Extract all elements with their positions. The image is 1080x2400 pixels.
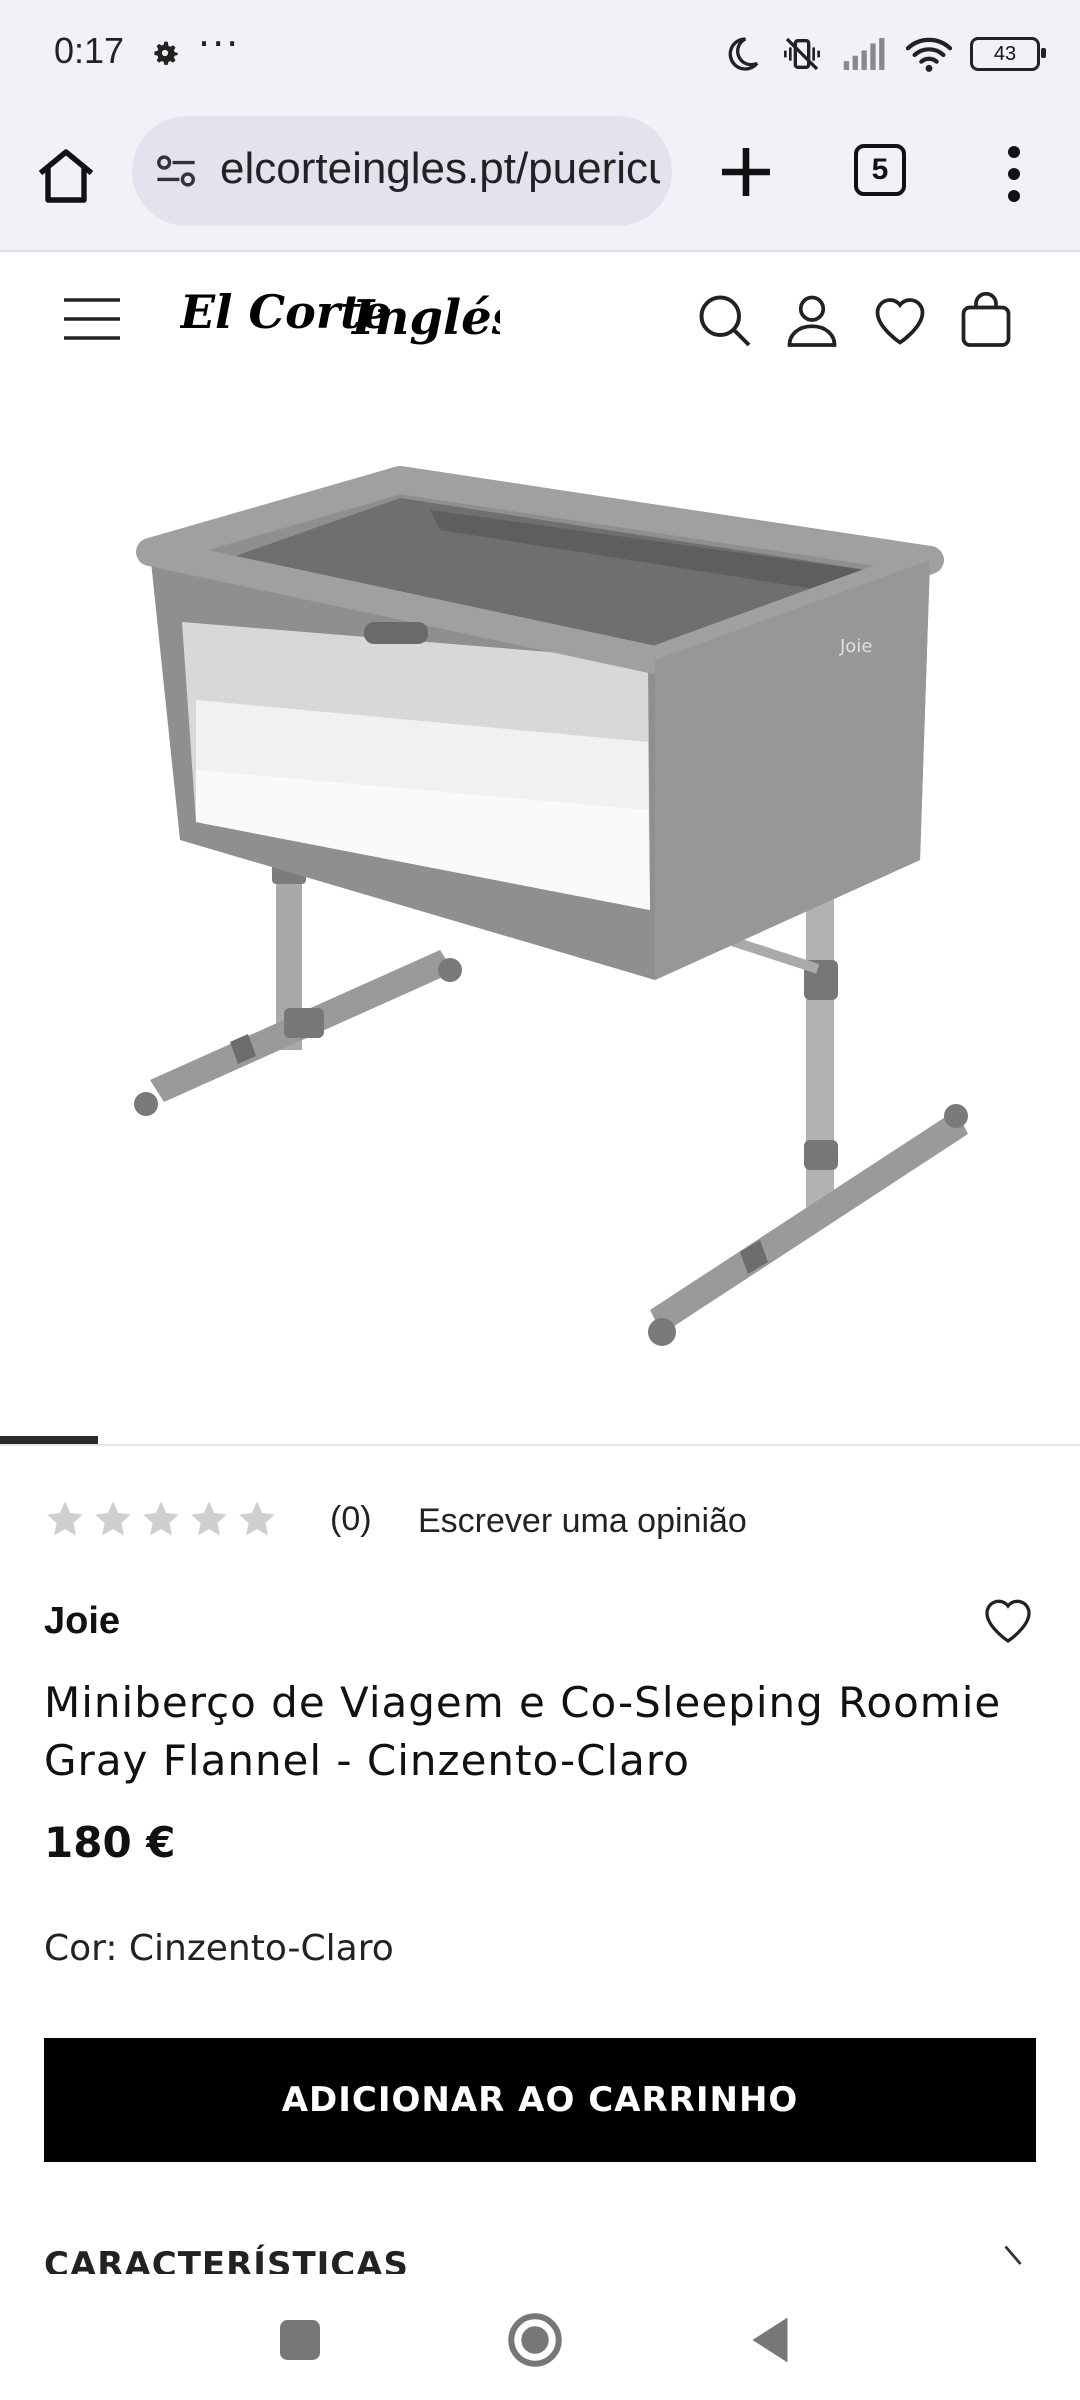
vibrate-off-icon — [784, 37, 820, 71]
signal-icon — [843, 38, 885, 70]
chevron-right-icon[interactable] — [996, 2244, 1030, 2274]
status-icons: 43 — [722, 32, 1046, 76]
address-bar[interactable]: elcorteingles.pt/puericultura — [132, 116, 672, 226]
system-nav-bar — [0, 2280, 1080, 2400]
product-brand[interactable]: Joie — [44, 1600, 120, 1643]
search-icon[interactable] — [694, 290, 754, 350]
more-menu-icon[interactable] — [996, 144, 1032, 204]
shopping-bag-icon[interactable] — [956, 290, 1016, 350]
settings-gear-icon — [154, 41, 178, 65]
el-corte-ingles-logo[interactable]: El Corte Inglés — [180, 272, 500, 368]
review-count: (0) — [330, 1500, 372, 1538]
site-settings-icon[interactable] — [154, 154, 198, 188]
account-icon[interactable] — [782, 290, 842, 350]
product-image[interactable]: Joie — [0, 390, 1080, 1430]
product-title: Miniberço de Viagem e Co-Sleeping Roomie… — [44, 1678, 1002, 1785]
rating-stars — [44, 1498, 278, 1540]
add-to-cart-button[interactable]: ADICIONAR AO CARRINHO — [44, 2038, 1036, 2162]
wifi-icon — [906, 37, 952, 72]
back-triangle-icon[interactable] — [740, 2310, 800, 2370]
browser-toolbar: elcorteingles.pt/puericultura 5 — [0, 110, 1080, 252]
product-color: Cor: Cinzento-Claro — [44, 1928, 394, 1969]
wishlist-heart-icon[interactable] — [870, 290, 930, 350]
site-header: El Corte Inglés — [0, 252, 1080, 388]
svg-text:Joie: Joie — [839, 636, 872, 657]
home-circle-icon[interactable] — [505, 2310, 565, 2370]
status-more-dots: ··· — [198, 22, 241, 66]
new-tab-plus-icon[interactable] — [710, 136, 782, 208]
write-review-link[interactable]: Escrever uma opinião — [418, 1502, 747, 1541]
add-to-wishlist-heart-icon[interactable] — [978, 1592, 1038, 1648]
url-text[interactable]: elcorteingles.pt/puericultura — [220, 144, 660, 194]
recent-apps-square-icon[interactable] — [270, 2310, 330, 2370]
star-empty-icon — [47, 1501, 83, 1536]
tabs-icon[interactable]: 5 — [854, 144, 906, 196]
star-empty-icon — [239, 1501, 275, 1536]
star-empty-icon — [143, 1501, 179, 1536]
menu-icon[interactable] — [62, 296, 122, 342]
product-price: 180 € — [44, 1818, 176, 1867]
carousel-indicator — [0, 1436, 98, 1444]
home-icon[interactable] — [30, 140, 102, 212]
do-not-disturb-moon-icon — [728, 37, 759, 71]
carousel-track — [0, 1444, 1080, 1446]
battery-icon: 43 — [970, 37, 1046, 71]
star-empty-icon — [95, 1501, 131, 1536]
status-time: 0:17 — [54, 30, 125, 71]
svg-text:Inglés: Inglés — [350, 290, 500, 346]
star-empty-icon — [191, 1501, 227, 1536]
section-characteristics[interactable]: CARACTERÍSTICAS — [44, 2240, 744, 2274]
status-bar: 0:17 ··· 43 — [0, 0, 1080, 110]
